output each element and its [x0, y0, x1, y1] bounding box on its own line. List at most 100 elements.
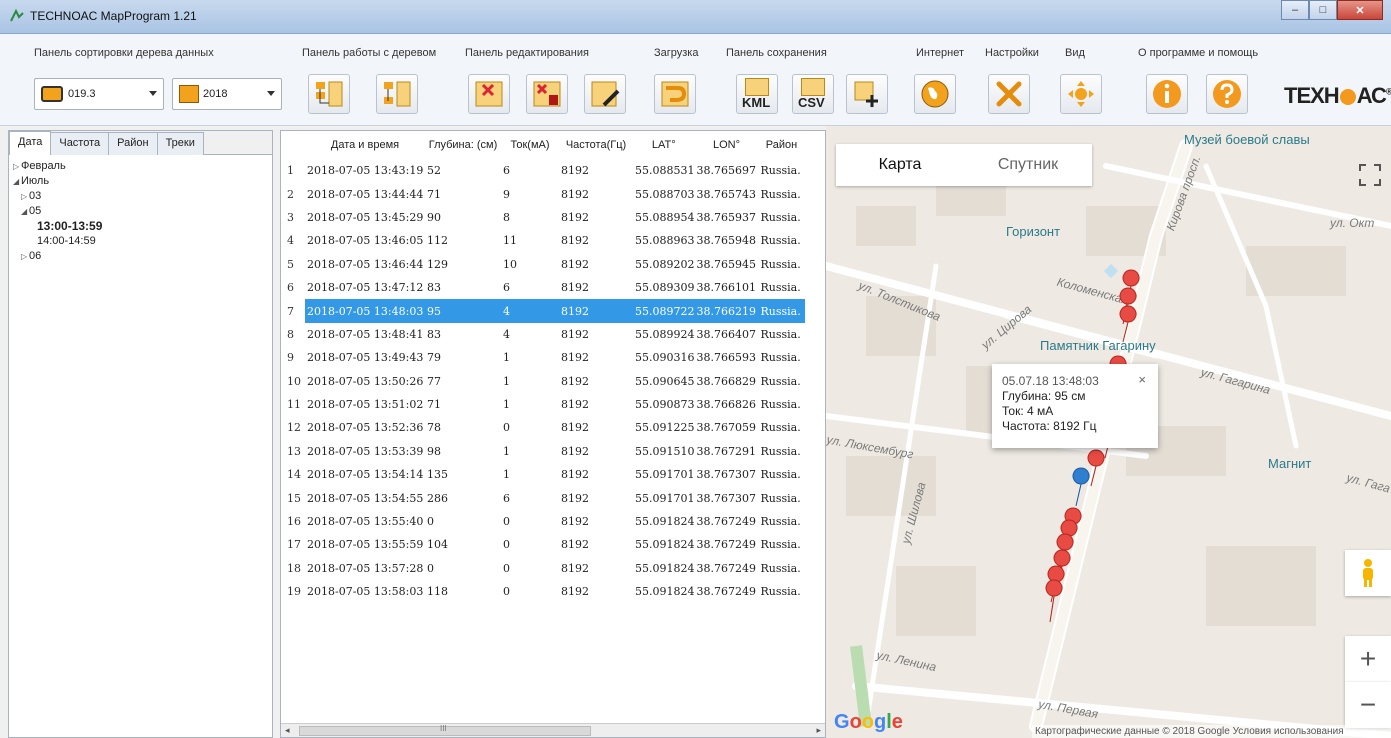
- calendar-icon: [179, 85, 199, 103]
- row-number: 16: [287, 515, 301, 529]
- tab-frequency[interactable]: Частота: [50, 132, 110, 155]
- cell-lon: 38.766407: [696, 327, 757, 341]
- cell-lat: 55.088703: [635, 187, 695, 201]
- cell-lon: 38.767059: [696, 421, 757, 435]
- cell-lon: 38.765945: [696, 257, 757, 271]
- col-frequency[interactable]: Частота(Гц): [559, 131, 633, 159]
- table-row[interactable]: 8 2018-07-05 13:48:41 83 4 8192 55.089924 38.7…: [281, 323, 805, 346]
- table-row[interactable]: 2 2018-07-05 13:44:44 71 9 8192 55.088703 38.7…: [281, 182, 805, 205]
- expand-icon[interactable]: ▷: [13, 159, 21, 174]
- cell-lat: 55.089924: [635, 327, 695, 341]
- info-button[interactable]: [1146, 74, 1188, 114]
- table-row[interactable]: 7 2018-07-05 13:48:03 95 4 8192 55.089722 38.7…: [281, 299, 805, 323]
- collapse-icon[interactable]: ◢: [13, 174, 21, 189]
- table-row[interactable]: 17 2018-07-05 13:55:59 104 0 8192 55.091824 38…: [281, 533, 805, 556]
- help-button[interactable]: [1206, 74, 1248, 114]
- add-save-button[interactable]: [846, 74, 888, 114]
- cell-lon: 38.767249: [696, 538, 757, 552]
- cell-lat: 55.088954: [635, 210, 695, 224]
- col-district[interactable]: Район: [758, 131, 805, 159]
- cell-current: 0: [503, 585, 510, 599]
- cell-lon: 38.765937: [696, 210, 757, 224]
- cell-lat: 55.091824: [635, 585, 695, 599]
- info-icon: [1153, 80, 1181, 108]
- scrollbar-thumb[interactable]: III: [299, 724, 591, 736]
- expand-icon[interactable]: ▷: [21, 189, 29, 204]
- group-label-settings: Настройки: [985, 47, 1039, 59]
- tab-date[interactable]: Дата: [9, 131, 52, 155]
- cell-lon: 38.767307: [696, 491, 757, 505]
- table-row[interactable]: 9 2018-07-05 13:49:43 79 1 8192 55.090316 38.7…: [281, 346, 805, 369]
- expand-icon[interactable]: ▷: [21, 249, 29, 264]
- collapse-icon[interactable]: ◢: [21, 204, 29, 219]
- year-combo[interactable]: 2018: [172, 78, 282, 110]
- tree-node-jul[interactable]: ◢ Июль: [13, 174, 268, 189]
- table-row[interactable]: 14 2018-07-05 13:54:14 135 1 8192 55.091701 38…: [281, 463, 805, 486]
- tree-node-13h[interactable]: 13:00-13:59: [13, 219, 268, 234]
- col-current[interactable]: Ток(мА): [501, 131, 559, 159]
- cell-district: Russia.: [760, 515, 801, 529]
- collapse-tree-button[interactable]: [376, 74, 418, 114]
- device-combo[interactable]: 019.3: [34, 78, 164, 110]
- edit-point-button[interactable]: [584, 74, 626, 114]
- tree-node-05[interactable]: ◢ 05: [13, 204, 268, 219]
- street-view-pegman[interactable]: [1345, 550, 1391, 596]
- table-row[interactable]: 10 2018-07-05 13:50:26 77 1 8192 55.090645 38.…: [281, 370, 805, 393]
- maximize-button[interactable]: □: [1309, 0, 1337, 20]
- save-csv-button[interactable]: CSV: [792, 74, 834, 114]
- table-row[interactable]: 3 2018-07-05 13:45:29 90 8 8192 55.088954 38.7…: [281, 206, 805, 229]
- table-row[interactable]: 15 2018-07-05 13:54:55 286 6 8192 55.091701 38…: [281, 486, 805, 509]
- table-row[interactable]: 19 2018-07-05 13:58:03 118 0 8192 55.091824 38…: [281, 580, 805, 603]
- table-row[interactable]: 12 2018-07-05 13:52:36 78 0 8192 55.091225 38.…: [281, 416, 805, 439]
- cell-current: 6: [503, 164, 510, 178]
- cell-frequency: 8192: [561, 491, 589, 505]
- cell-district: Russia.: [760, 281, 801, 295]
- cell-lon: 38.766829: [696, 374, 757, 388]
- tree-node-14h[interactable]: 14:00-14:59: [13, 234, 268, 249]
- col-lat[interactable]: LAT°: [633, 131, 695, 159]
- view-button[interactable]: [1060, 74, 1102, 114]
- table-row[interactable]: 6 2018-07-05 13:47:12 83 6 8192 55.089309 38.7…: [281, 276, 805, 299]
- popup-close-button[interactable]: ×: [1138, 372, 1146, 387]
- tree-node-03[interactable]: ▷ 03: [13, 189, 268, 204]
- internet-button[interactable]: [914, 74, 956, 114]
- tab-tracks[interactable]: Треки: [156, 132, 204, 155]
- tab-district[interactable]: Район: [108, 132, 158, 155]
- table-row[interactable]: 1 2018-07-05 13:43:19 52 6 8192 55.088531 38.7…: [281, 159, 805, 182]
- scroll-right-icon[interactable]: ▸: [816, 725, 821, 736]
- col-lon[interactable]: LON°: [694, 131, 759, 159]
- zoom-out-button[interactable]: −: [1345, 682, 1391, 728]
- col-datetime[interactable]: Дата и время: [305, 131, 425, 159]
- delete-point-button[interactable]: [468, 74, 510, 114]
- minimize-button[interactable]: –: [1281, 0, 1309, 20]
- table-row[interactable]: 16 2018-07-05 13:55:40 0 0 8192 55.091824 38.7…: [281, 510, 805, 533]
- horizontal-scrollbar[interactable]: ◂ III ▸: [281, 723, 825, 737]
- table-row[interactable]: 11 2018-07-05 13:51:02 71 1 8192 55.090873 38.…: [281, 393, 805, 416]
- expand-tree-button[interactable]: [308, 74, 350, 114]
- map-copyright[interactable]: Картографические данные © 2018 Google Ус…: [1032, 725, 1391, 738]
- close-button[interactable]: ✕: [1337, 0, 1383, 20]
- col-depth[interactable]: Глубина: (см): [425, 131, 501, 159]
- cell-frequency: 8192: [561, 468, 589, 482]
- table-row[interactable]: 5 2018-07-05 13:46:44 129 10 8192 55.089202 38…: [281, 253, 805, 276]
- cell-district: Russia.: [760, 257, 801, 271]
- settings-button[interactable]: [988, 74, 1030, 114]
- table-row[interactable]: 18 2018-07-05 13:57:28 0 0 8192 55.091824 38.7…: [281, 557, 805, 580]
- cell-depth: 71: [427, 187, 441, 201]
- cell-depth: 95: [425, 299, 501, 323]
- map-view[interactable]: Карта Спутник Музей боевой славы Горизон…: [826, 126, 1391, 738]
- row-number: 3: [287, 210, 294, 224]
- load-button[interactable]: [654, 74, 696, 114]
- save-kml-button[interactable]: KML: [736, 74, 778, 114]
- tree-node-feb[interactable]: ▷ Февраль: [13, 159, 268, 174]
- cell-district: Russia.: [760, 210, 801, 224]
- delete-track-button[interactable]: [526, 74, 568, 114]
- cell-frequency: 8192: [561, 257, 589, 271]
- table-row[interactable]: 4 2018-07-05 13:46:05 112 11 8192 55.088963 38…: [281, 229, 805, 252]
- tree-node-06[interactable]: ▷ 06: [13, 249, 268, 264]
- zoom-in-button[interactable]: +: [1345, 636, 1391, 682]
- cell-current: 8: [503, 210, 510, 224]
- cell-depth: 135: [427, 468, 448, 482]
- table-row[interactable]: 13 2018-07-05 13:53:39 98 1 8192 55.091510 38.…: [281, 440, 805, 463]
- scroll-left-icon[interactable]: ◂: [285, 725, 290, 736]
